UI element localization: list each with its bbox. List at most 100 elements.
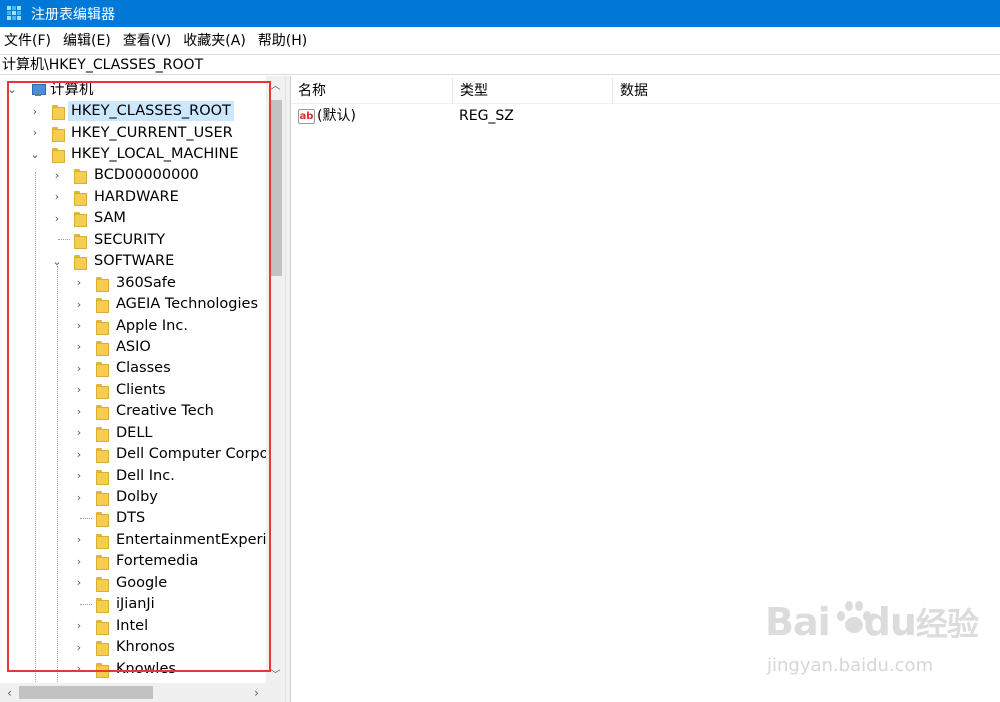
chevron-right-icon[interactable]: › [73,319,85,332]
tree-node-ijianji[interactable]: iJianJi [0,594,266,615]
tree-node-label: Fortemedia [116,553,199,570]
chevron-right-icon[interactable]: › [73,298,85,311]
scroll-left-icon[interactable]: ‹ [0,683,19,702]
tree-node-knowles[interactable]: › Knowles [0,658,266,679]
baidu-watermark: Bai du经验 jingyan.baidu.com [765,595,985,685]
tree-node-hkey-local-machine[interactable]: ⌄ HKEY_LOCAL_MACHINE [0,143,266,164]
column-header-type[interactable]: 类型 [453,78,613,104]
folder-icon [96,426,110,442]
tree-node-entertainmentexperie[interactable]: › EntertainmentExperie [0,529,275,550]
tree-node-dolby[interactable]: › Dolby [0,486,266,507]
value-row-default[interactable]: ab (默认) REG_SZ [291,104,1000,128]
tree-node-intel[interactable]: › Intel [0,615,266,636]
tree-node-label: SOFTWARE [94,253,175,270]
menu-help[interactable]: 帮助(H) [252,29,313,53]
chevron-right-icon[interactable]: › [73,362,85,375]
regedit-app-icon [7,5,23,22]
tree-node-label: 计算机 [50,81,94,98]
tree-connector [58,239,70,241]
chevron-down-icon[interactable]: ⌄ [29,148,41,161]
tree-node-security[interactable]: SECURITY [0,229,266,250]
watermark-url: jingyan.baidu.com [767,655,934,676]
tree-node-google[interactable]: › Google [0,572,266,593]
menu-file[interactable]: 文件(F) [0,29,57,53]
column-header-data[interactable]: 数据 [613,78,1000,104]
tree-node-hkey-classes-root[interactable]: › HKEY_CLASSES_ROOT [0,100,266,122]
window-title: 注册表编辑器 [31,6,115,23]
tree-node-label: Khronos [116,639,175,656]
folder-icon [96,297,110,314]
tree-guide-line [57,266,58,686]
tree-node-dts[interactable]: DTS [0,508,266,529]
tree-node-sam[interactable]: › SAM [0,208,266,229]
chevron-right-icon[interactable]: › [73,383,85,396]
chevron-right-icon[interactable]: › [73,491,85,504]
chevron-right-icon[interactable]: › [51,212,63,225]
tree-node-dell-inc[interactable]: › Dell Inc. [0,465,266,486]
chevron-right-icon[interactable]: › [73,576,85,589]
tree-node-computer[interactable]: ⌄ 计算机 [0,79,266,100]
tree-node-asio[interactable]: › ASIO [0,336,266,357]
column-header-name[interactable]: 名称 [291,78,453,104]
tree-node-label: AGEIA Technologies [116,296,259,313]
chevron-right-icon[interactable]: › [29,126,41,139]
chevron-right-icon[interactable]: › [73,619,85,632]
chevron-right-icon[interactable]: › [73,641,85,654]
tree-node-label: EntertainmentExperie [116,531,276,548]
chevron-right-icon[interactable]: › [51,190,63,203]
scroll-down-icon[interactable]: ﹀ [266,665,285,682]
tree-node-dell[interactable]: › DELL [0,422,266,443]
string-value-icon: ab [298,108,315,124]
folder-icon [52,104,66,121]
key-tree: ⌄ 计算机 › HKEY_CLASSES_ROOT › HKEY_CURRENT… [0,79,275,679]
tree-node-hkey-current-user[interactable]: › HKEY_CURRENT_USER [0,122,266,143]
menu-favorites[interactable]: 收藏夹(A) [177,29,252,53]
tree-node-bcd00000000[interactable]: › BCD00000000 [0,165,266,186]
tree-node-apple-inc[interactable]: › Apple Inc. [0,315,266,336]
tree-node-360safe[interactable]: › 360Safe [0,272,266,293]
vertical-scroll-thumb[interactable] [269,100,282,276]
menu-edit[interactable]: 编辑(E) [57,29,117,53]
tree-node-fortemedia[interactable]: › Fortemedia [0,551,266,572]
tree-node-dell-computer-corpo[interactable]: › Dell Computer Corpo [0,443,268,464]
chevron-right-icon[interactable]: › [73,555,85,568]
tree-node-creative-tech[interactable]: › Creative Tech [0,401,266,422]
tree-vertical-scrollbar[interactable]: ︿ ﹀ [266,76,285,683]
chevron-right-icon[interactable]: › [73,662,85,675]
scroll-up-icon[interactable]: ︿ [266,76,285,93]
scroll-right-icon[interactable]: › [247,683,266,702]
folder-icon [96,597,110,614]
tree-node-clients[interactable]: › Clients [0,379,266,400]
folder-icon [74,211,88,228]
chevron-right-icon[interactable]: › [73,469,85,482]
tree-node-classes[interactable]: › Classes [0,358,266,379]
tree-node-label: DELL [116,424,153,441]
menu-view[interactable]: 查看(V) [117,29,178,53]
baidu-paw-icon [831,595,871,635]
chevron-right-icon[interactable]: › [73,276,85,289]
chevron-right-icon[interactable]: › [73,426,85,439]
tree-node-ageia-technologies[interactable]: › AGEIA Technologies [0,293,266,314]
horizontal-scroll-thumb[interactable] [19,686,153,699]
folder-icon [96,662,110,678]
tree-node-label: Dell Computer Corpo [116,446,269,463]
folder-icon [96,340,110,356]
chevron-right-icon[interactable]: › [51,169,63,182]
tree-horizontal-scrollbar[interactable]: ‹ › [0,683,266,702]
chevron-right-icon[interactable]: › [73,405,85,418]
tree-node-khronos[interactable]: › Khronos [0,636,266,657]
tree-node-hardware[interactable]: › HARDWARE [0,186,266,207]
tree-node-label: Google [116,574,168,591]
folder-icon [96,619,110,635]
tree-node-software[interactable]: ⌄ SOFTWARE [0,251,266,272]
address-bar[interactable]: 计算机\HKEY_CLASSES_ROOT [0,54,1000,75]
list-header: 名称 类型 数据 [291,78,1000,104]
chevron-right-icon[interactable]: › [73,533,85,546]
chevron-right-icon[interactable]: › [73,340,85,353]
tree-node-label: HKEY_CURRENT_USER [71,124,233,141]
folder-icon [96,490,110,507]
chevron-right-icon[interactable]: › [29,105,41,118]
tree-node-label: Apple Inc. [116,317,188,334]
chevron-right-icon[interactable]: › [73,448,85,461]
chevron-down-icon[interactable]: ⌄ [6,83,18,96]
